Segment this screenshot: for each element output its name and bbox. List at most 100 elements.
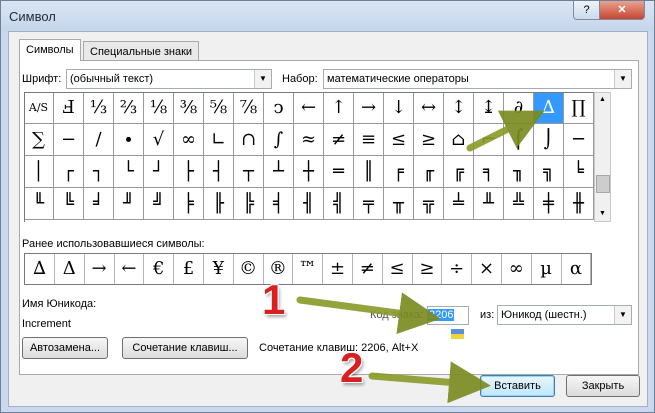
symbol-cell[interactable]: ╦ <box>414 188 444 220</box>
recent-symbol-cell[interactable]: ← <box>114 254 145 284</box>
symbol-cell[interactable]: ┐ <box>84 156 114 188</box>
insert-button[interactable]: Вставить <box>480 375 555 397</box>
recent-symbol-cell[interactable]: ± <box>323 254 353 284</box>
symbol-cell[interactable]: ↕ <box>444 92 474 124</box>
tab-special-characters[interactable]: Специальные знаки <box>83 41 200 61</box>
tab-symbols[interactable]: Символы <box>19 39 81 61</box>
symbol-cell[interactable]: ╖ <box>504 156 534 188</box>
encoding-select[interactable]: Юникод (шестн.) ▼ <box>497 305 632 325</box>
help-button[interactable]: ? <box>573 1 600 20</box>
symbol-cell[interactable]: ┴ <box>264 156 294 188</box>
recent-symbol-cell[interactable]: ™ <box>293 254 324 284</box>
symbol-cell[interactable]: ∩ <box>234 124 264 156</box>
symbol-cell[interactable]: ∞ <box>174 124 204 156</box>
symbol-cell[interactable]: ╟ <box>204 188 234 220</box>
recent-symbol-cell[interactable]: ≠ <box>353 254 383 284</box>
symbol-cell[interactable]: ═ <box>324 156 354 188</box>
symbol-cell[interactable]: ┬ <box>234 156 264 188</box>
symbol-cell[interactable]: ∏ <box>564 92 594 124</box>
recent-symbol-cell[interactable]: µ <box>532 254 562 284</box>
symbol-cell[interactable]: ╓ <box>414 156 444 188</box>
symbol-cell[interactable]: √ <box>144 124 174 156</box>
subset-select[interactable]: математические операторы ▼ <box>323 69 632 89</box>
symbol-cell[interactable]: ⅔ <box>114 92 144 124</box>
recent-symbol-cell[interactable]: → <box>85 254 115 284</box>
symbol-cell[interactable]: ╝ <box>144 188 174 220</box>
symbol-cell[interactable]: ↓ <box>384 92 414 124</box>
symbol-cell[interactable]: ⌠ <box>504 124 534 156</box>
symbol-cell[interactable]: ╪ <box>534 188 564 220</box>
symbol-cell[interactable]: ≈ <box>294 124 324 156</box>
symbol-cell[interactable]: ↨ <box>474 92 504 124</box>
symbol-cell[interactable]: ─ <box>564 124 594 156</box>
symbol-cell[interactable]: A/S <box>24 92 54 124</box>
recent-symbol-cell[interactable]: £ <box>174 254 204 284</box>
symbol-cell[interactable]: ∙ <box>114 124 144 156</box>
symbol-cell[interactable]: ╛ <box>84 188 114 220</box>
recent-symbol-cell[interactable]: α <box>561 254 592 284</box>
symbol-cell[interactable]: ⌂ <box>444 124 474 156</box>
symbol-cell[interactable]: ╒ <box>384 156 414 188</box>
recent-symbol-cell[interactable]: ÷ <box>442 254 473 284</box>
symbol-cell[interactable]: ╥ <box>384 188 414 220</box>
symbol-cell[interactable]: ↄ <box>264 92 294 124</box>
symbol-cell[interactable]: ↑ <box>324 92 354 124</box>
symbol-cell[interactable]: ┤ <box>204 156 234 188</box>
chevron-down-icon[interactable]: ▼ <box>614 306 631 324</box>
symbol-cell[interactable]: ╤ <box>354 188 384 220</box>
recent-symbol-cell[interactable]: ≥ <box>412 254 443 284</box>
symbol-cell[interactable]: ∟ <box>204 124 234 156</box>
symbol-cell[interactable]: ⌡ <box>534 124 564 156</box>
symbol-cell[interactable]: ≥ <box>414 124 444 156</box>
symbol-cell-selected[interactable]: ∆ <box>534 92 564 124</box>
symbol-cell[interactable]: ≠ <box>324 124 354 156</box>
symbol-cell[interactable]: ╢ <box>294 188 324 220</box>
character-code-input[interactable]: 2206 <box>427 306 469 325</box>
symbol-cell[interactable]: ┼ <box>294 156 324 188</box>
chevron-down-icon[interactable]: ▼ <box>614 70 631 88</box>
recent-symbol-cell[interactable]: × <box>472 254 502 284</box>
symbol-cell[interactable]: ∑ <box>24 124 54 156</box>
recent-symbol-cell[interactable]: ≤ <box>383 254 413 284</box>
symbol-cell[interactable]: ┘ <box>144 156 174 188</box>
symbol-cell[interactable]: − <box>54 124 84 156</box>
symbol-cell[interactable]: → <box>354 92 384 124</box>
symbol-cell[interactable]: ╣ <box>324 188 354 220</box>
shortcut-key-button[interactable]: Сочетание клавиш... <box>122 337 248 359</box>
symbol-cell[interactable]: ╔ <box>444 156 474 188</box>
scroll-down-icon[interactable]: ▼ <box>595 207 610 221</box>
symbol-grid-scrollbar[interactable]: ▲ ▼ <box>594 92 611 222</box>
symbol-cell[interactable]: ≡ <box>354 124 384 156</box>
recent-symbol-cell[interactable]: Δ <box>55 254 85 284</box>
symbol-cell[interactable]: ├ <box>174 156 204 188</box>
symbol-cell[interactable]: ╩ <box>504 188 534 220</box>
recent-symbol-cell[interactable]: ¥ <box>204 254 234 284</box>
symbol-cell[interactable]: ∂ <box>504 92 534 124</box>
symbol-cell[interactable]: ╠ <box>234 188 264 220</box>
recent-symbol-cell[interactable]: € <box>144 254 175 284</box>
symbol-cell[interactable]: ⅝ <box>204 92 234 124</box>
symbol-cell[interactable]: ╙ <box>24 188 54 220</box>
symbol-cell[interactable]: ╨ <box>474 188 504 220</box>
symbol-cell[interactable]: ∕ <box>84 124 114 156</box>
scroll-up-icon[interactable]: ▲ <box>595 93 610 107</box>
recent-symbol-cell[interactable]: © <box>234 254 264 284</box>
recent-symbols-list[interactable]: ∆ Δ → ← € £ ¥ © ® ™ ± ≠ ≤ ≥ ÷ × ∞ µ α <box>24 253 592 285</box>
symbol-cell[interactable]: ╕ <box>474 156 504 188</box>
close-button[interactable]: Закрыть <box>566 375 640 397</box>
symbol-cell[interactable]: ⅛ <box>144 92 174 124</box>
recent-symbol-cell[interactable]: ∆ <box>25 254 55 284</box>
symbol-cell[interactable]: ╫ <box>564 188 594 220</box>
symbol-cell[interactable]: ╗ <box>534 156 564 188</box>
autocorrect-button[interactable]: Автозамена... <box>22 337 108 359</box>
scroll-thumb[interactable] <box>596 175 610 193</box>
symbol-cell[interactable]: └ <box>114 156 144 188</box>
symbol-cell[interactable]: │ <box>24 156 54 188</box>
symbol-cell[interactable]: ║ <box>354 156 384 188</box>
font-select[interactable]: (обычный текст) ▼ <box>66 69 272 89</box>
symbol-cell[interactable]: ╧ <box>444 188 474 220</box>
symbol-cell[interactable]: ∫ <box>264 124 294 156</box>
chevron-down-icon[interactable]: ▼ <box>254 70 271 88</box>
symbol-cell[interactable]: ╡ <box>264 188 294 220</box>
symbol-cell[interactable]: ⅓ <box>84 92 114 124</box>
